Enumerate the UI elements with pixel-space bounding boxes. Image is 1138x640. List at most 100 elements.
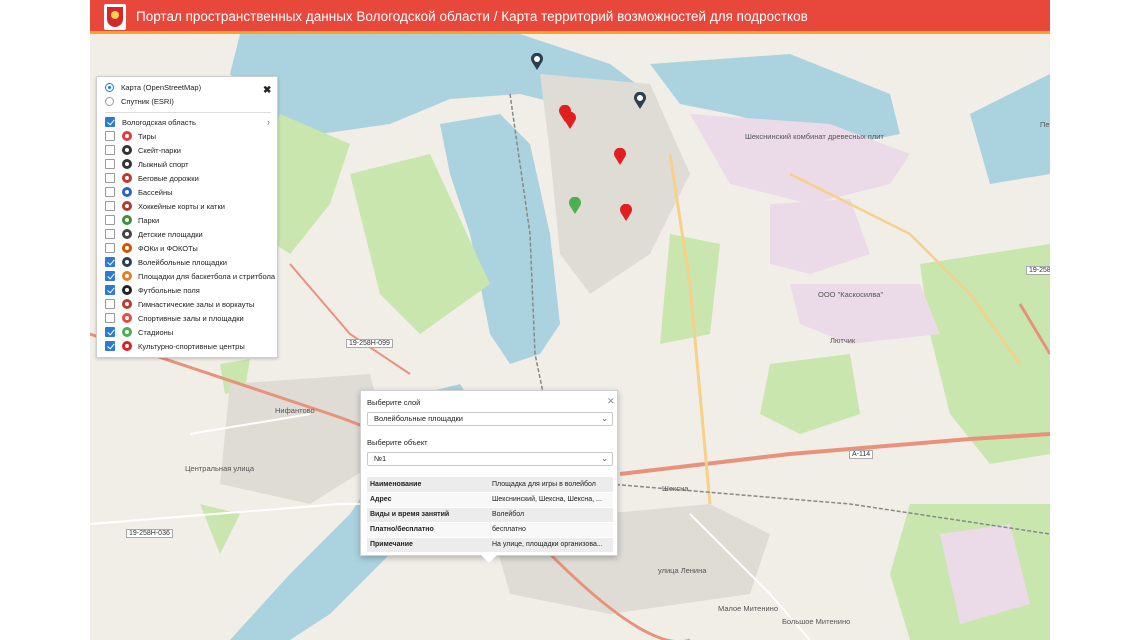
layer-item[interactable]: Гимнастические залы и воркауты xyxy=(105,297,254,311)
culture-sport-center-icon xyxy=(122,341,132,351)
layer-select[interactable]: Волейбольные площадки ⌄ xyxy=(367,412,613,426)
layer-item[interactable]: Хоккейные корты и катки xyxy=(105,199,225,213)
layer-checkbox[interactable] xyxy=(105,145,115,155)
map-label-nifantovo: Нифантово xyxy=(275,406,315,415)
layer-item[interactable]: Стадионы xyxy=(105,325,173,339)
sports-hall-icon xyxy=(122,313,132,323)
volleyball-marker[interactable] xyxy=(530,53,544,71)
map-label-ul-lenina: улица Ленина xyxy=(658,566,707,575)
layer-checkbox[interactable] xyxy=(105,285,115,295)
road-tag-19-258n-036: 19-258Н-036 xyxy=(126,529,173,538)
layer-item[interactable]: Беговые дорожки xyxy=(105,171,199,185)
map-label-pe: Пе xyxy=(1040,120,1050,129)
layer-label: Тиры xyxy=(138,131,157,141)
basemap-option-osm[interactable]: Карта (OpenStreetMap) xyxy=(105,80,201,94)
football-icon xyxy=(122,285,132,295)
map-label-lyutchik: Лютчик xyxy=(830,336,856,345)
layer-group-checkbox[interactable] xyxy=(105,117,115,127)
layer-item[interactable]: Тиры xyxy=(105,129,156,143)
layer-checkbox[interactable] xyxy=(105,229,115,239)
attribute-key: Платно/бесплатно xyxy=(367,522,489,538)
layer-item[interactable]: Детские площадки xyxy=(105,227,203,241)
table-row: Наименование Площадка для игры в волейбо… xyxy=(367,477,613,493)
chevron-right-icon[interactable]: › xyxy=(267,117,270,127)
layer-label: Стадионы xyxy=(138,327,174,337)
layer-item[interactable]: ФОКи и ФОКОТы xyxy=(105,241,198,255)
attribute-value: бесплатно xyxy=(489,522,613,538)
page-title: Портал пространственных данных Вологодск… xyxy=(136,9,808,24)
layer-label: Волейбольные площадки xyxy=(138,257,228,267)
header-bar: Портал пространственных данных Вологодск… xyxy=(90,0,1050,34)
road-tag-19-258n-099: 19-258Н-099 xyxy=(346,339,393,348)
layer-checkbox[interactable] xyxy=(105,257,115,267)
object-select[interactable]: №1 ⌄ xyxy=(367,452,613,466)
road-tag-a114: А-114 xyxy=(849,450,874,459)
app-window: Портал пространственных данных Вологодск… xyxy=(90,0,1050,640)
layer-checkbox[interactable] xyxy=(105,341,115,351)
attribute-table: Наименование Площадка для игры в волейбо… xyxy=(367,477,613,553)
layer-checkbox[interactable] xyxy=(105,187,115,197)
table-row: Виды и время занятий Волейбол xyxy=(367,507,613,523)
shooting-range-icon xyxy=(122,131,132,141)
feature-popup: ✕ Выберите слой Волейбольные площадки ⌄ … xyxy=(360,390,618,563)
playground-icon xyxy=(122,229,132,239)
culture-sport-center-marker[interactable] xyxy=(613,148,627,166)
layer-checkbox[interactable] xyxy=(105,299,115,309)
volleyball-icon xyxy=(122,257,132,267)
layer-checkbox[interactable] xyxy=(105,159,115,169)
attribute-value: Волейбол xyxy=(489,507,613,523)
chevron-down-icon: ⌄ xyxy=(601,454,608,463)
layer-panel: Карта (OpenStreetMap) Спутник (ESRI) ✖ В… xyxy=(96,76,278,358)
close-icon[interactable]: ✖ xyxy=(263,85,271,96)
layer-checkbox[interactable] xyxy=(105,173,115,183)
basemap-osm-label: Карта (OpenStreetMap) xyxy=(121,82,202,92)
layer-checkbox[interactable] xyxy=(105,201,115,211)
layer-group-region[interactable]: Вологодская область xyxy=(105,115,196,129)
gym-icon xyxy=(122,299,132,309)
layer-checkbox[interactable] xyxy=(105,131,115,141)
layer-label: Бассейны xyxy=(138,187,173,197)
layer-checkbox[interactable] xyxy=(105,327,115,337)
layer-item[interactable]: Бассейны xyxy=(105,185,173,199)
basemap-osm-radio[interactable] xyxy=(105,82,114,92)
culture-sport-center-marker[interactable] xyxy=(619,204,633,222)
layer-checkbox[interactable] xyxy=(105,271,115,281)
layer-item[interactable]: Площадки для баскетбола и стритбола xyxy=(105,269,275,283)
hockey-rink-icon xyxy=(122,201,132,211)
layer-select-label: Выберите слой xyxy=(367,398,421,407)
map-canvas[interactable]: Шекснинский комбинат древесных плит ООО … xyxy=(90,34,1050,640)
attribute-key: Наименование xyxy=(367,477,489,493)
stadium-marker[interactable] xyxy=(568,197,582,215)
layer-item[interactable]: Лыжный спорт xyxy=(105,157,189,171)
map-label-ul-tsentralnaya: Центральная улица xyxy=(185,464,254,473)
layer-checkbox[interactable] xyxy=(105,243,115,253)
layer-checkbox[interactable] xyxy=(105,215,115,225)
layer-group-label: Вологодская область xyxy=(122,117,196,127)
table-row: Платно/бесплатно бесплатно xyxy=(367,522,613,538)
layer-item[interactable]: Футбольные поля xyxy=(105,283,200,297)
layer-item[interactable]: Культурно-спортивные центры xyxy=(105,339,245,353)
basemap-esri-radio[interactable] xyxy=(105,96,114,106)
layer-label: Гимнастические залы и воркауты xyxy=(138,299,255,309)
layer-item[interactable]: Спортивные залы и площадки xyxy=(105,311,244,325)
attribute-value: Шекснинский, Шексна, Шексна, ... xyxy=(489,492,613,508)
panel-divider xyxy=(105,112,271,113)
layer-label: Спортивные залы и площадки xyxy=(138,313,244,323)
culture-sport-center-marker[interactable] xyxy=(563,112,577,130)
basketball-icon xyxy=(122,271,132,281)
running-track-icon xyxy=(122,173,132,183)
layer-label: Лыжный спорт xyxy=(138,159,189,169)
attribute-key: Виды и время занятий xyxy=(367,507,489,523)
layer-item[interactable]: Парки xyxy=(105,213,159,227)
map-label-bolshoe-mitenino: Большое Митенино xyxy=(782,617,851,626)
skatepark-icon xyxy=(122,145,132,155)
basemap-option-esri[interactable]: Спутник (ESRI) xyxy=(105,94,174,108)
volleyball-marker[interactable] xyxy=(633,92,647,110)
popup-pointer xyxy=(481,555,497,563)
layer-item[interactable]: Волейбольные площадки xyxy=(105,255,227,269)
attribute-key: Адрес xyxy=(367,492,489,508)
stadium-icon xyxy=(122,327,132,337)
close-icon[interactable]: ✕ xyxy=(607,396,615,407)
layer-item[interactable]: Скейт-парки xyxy=(105,143,181,157)
layer-checkbox[interactable] xyxy=(105,313,115,323)
